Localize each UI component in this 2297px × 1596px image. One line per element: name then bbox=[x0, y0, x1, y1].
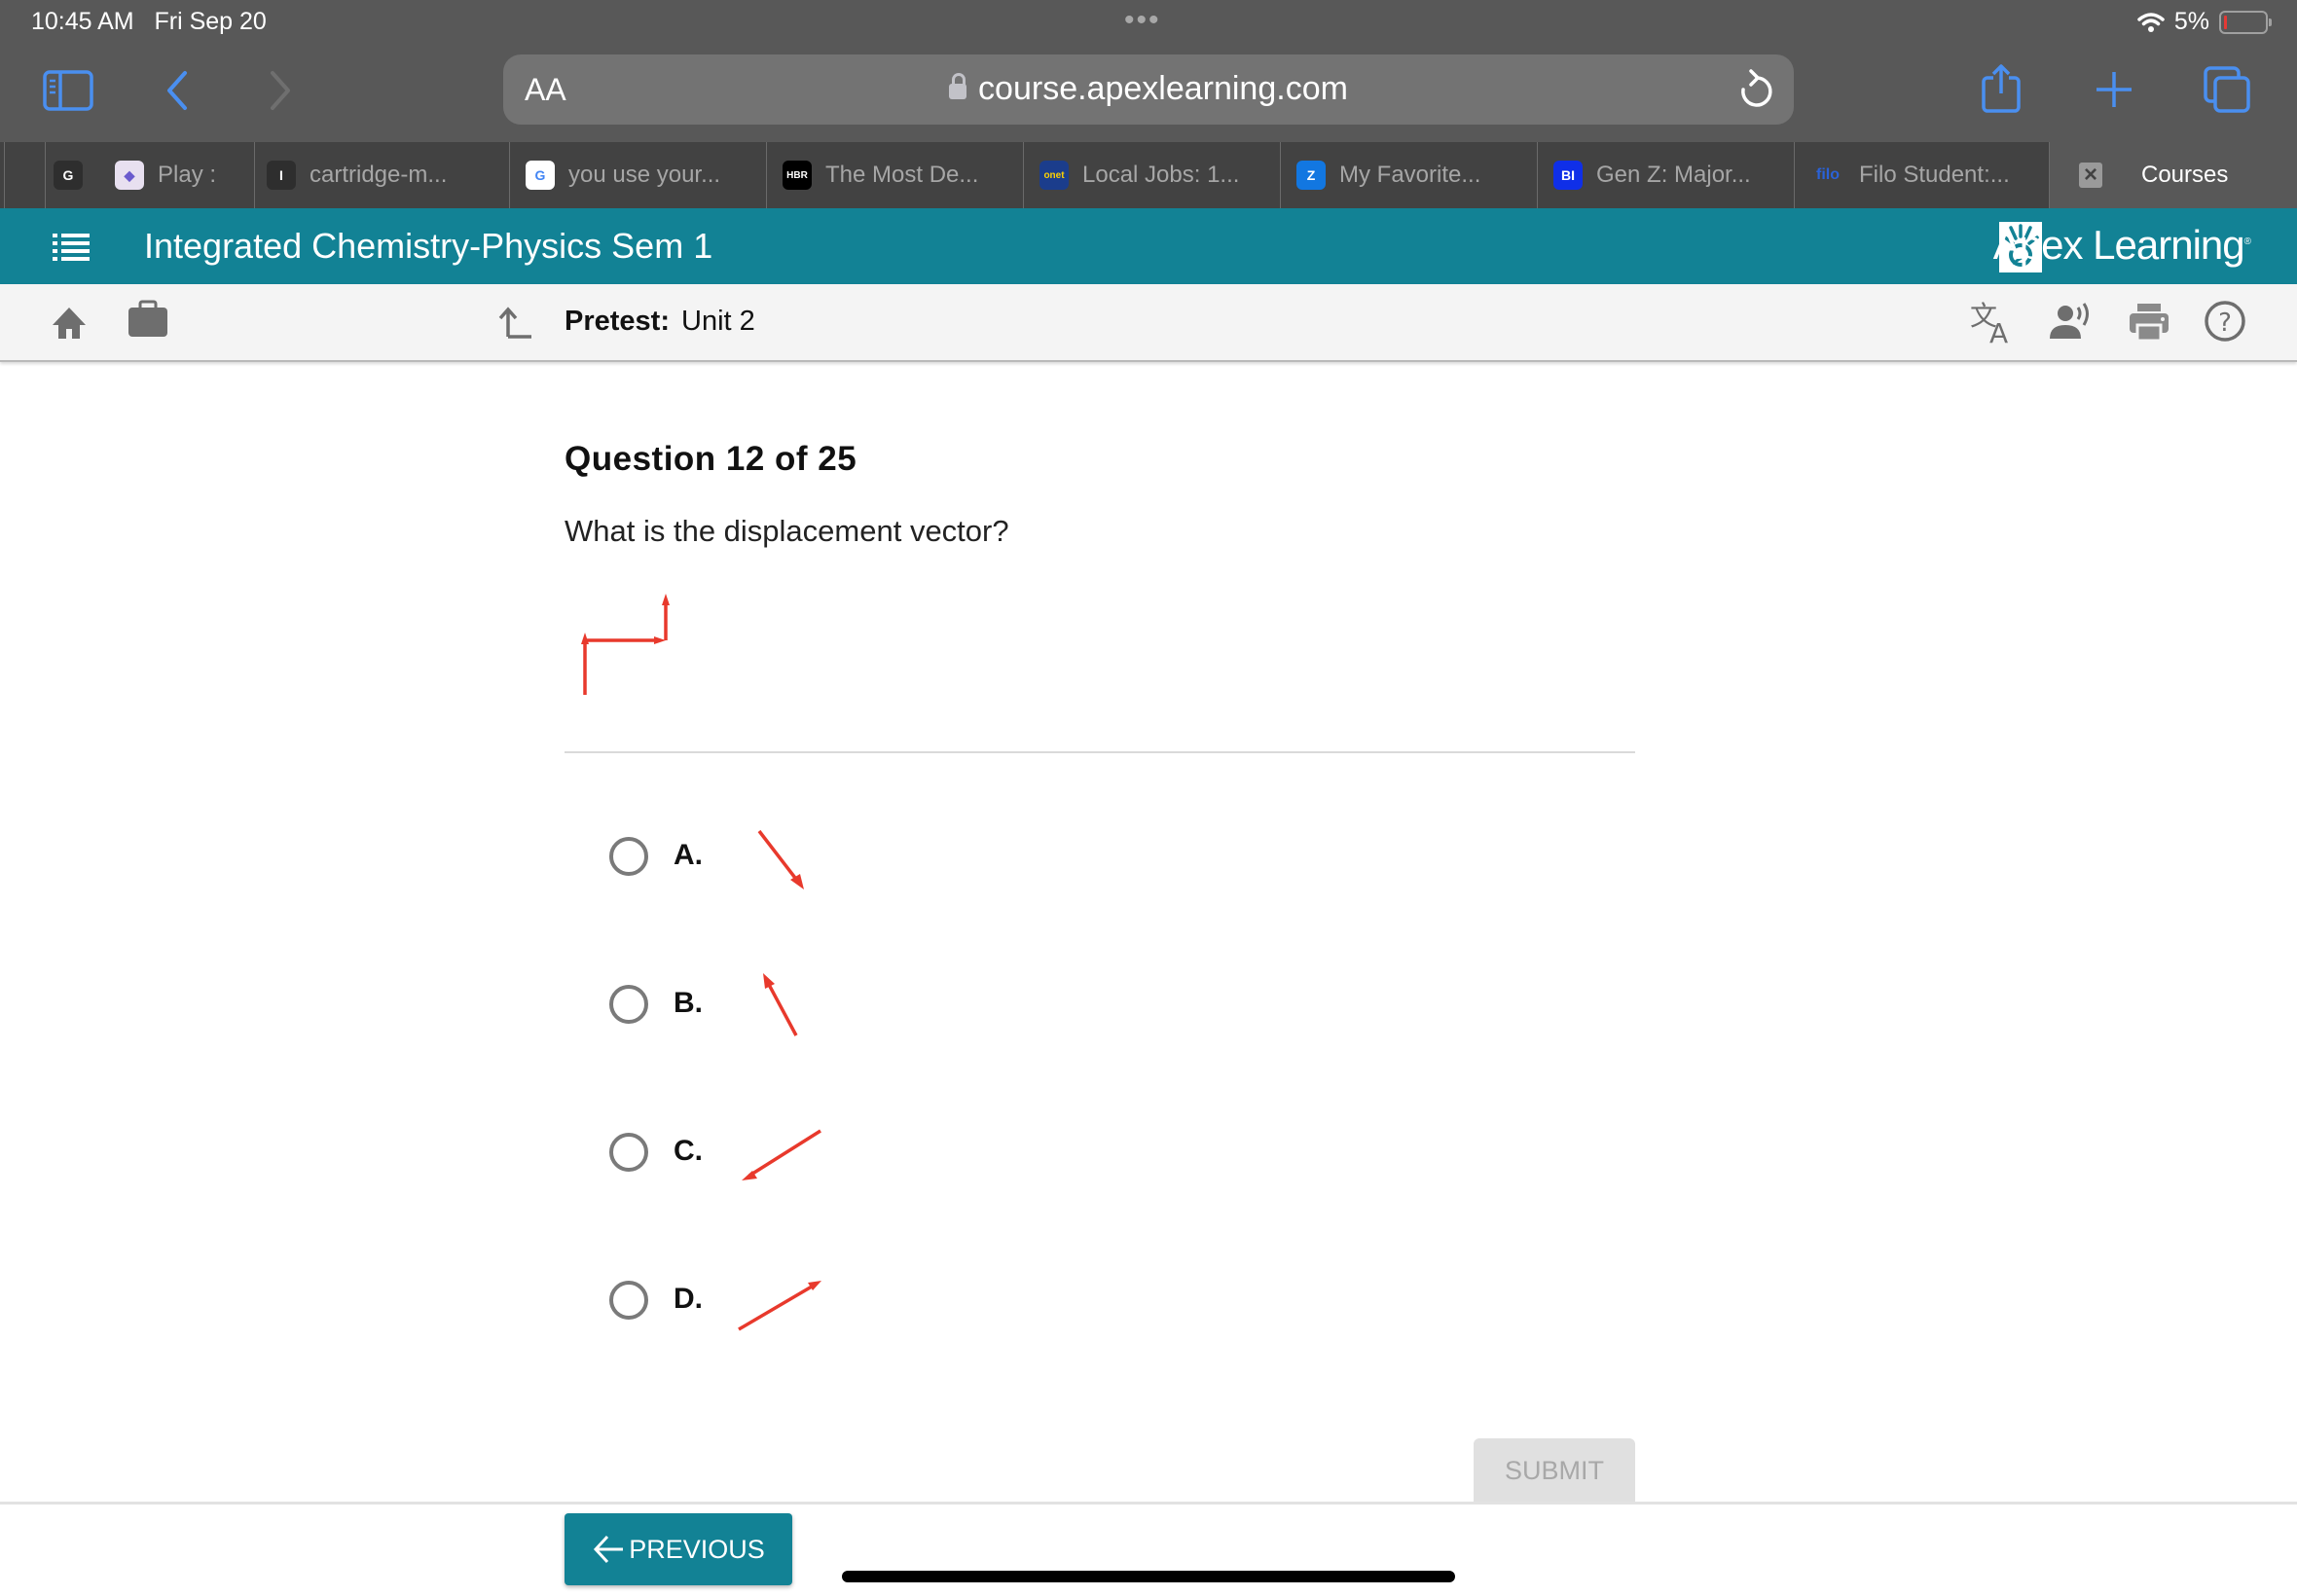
home-indicator[interactable] bbox=[842, 1571, 1455, 1582]
question-prompt: What is the displacement vector? bbox=[565, 514, 1009, 548]
status-time: 10:45 AM Fri Sep 20 bbox=[31, 8, 267, 35]
option-c-vector-down-left bbox=[742, 1129, 821, 1180]
tab-courses[interactable]: × Courses bbox=[2049, 142, 2297, 208]
share-icon[interactable] bbox=[1980, 62, 2023, 115]
browser-chrome: 10:45 AM Fri Sep 20 ••• 5% AA course.ape… bbox=[0, 0, 2297, 142]
tab-local-jobs[interactable]: onet Local Jobs: 1... bbox=[1023, 142, 1280, 208]
lock-icon bbox=[949, 73, 967, 99]
tab-label: Gen Z: Major... bbox=[1596, 162, 1751, 188]
tab-label: Filo Student:... bbox=[1859, 162, 2010, 188]
option-b[interactable]: B. bbox=[609, 965, 901, 1043]
tab-label: Local Jobs: 1... bbox=[1082, 162, 1240, 188]
tab-favicon-icon[interactable]: × bbox=[2079, 162, 2102, 188]
reload-icon[interactable] bbox=[1735, 68, 1774, 111]
tab-favicon-icon: filo bbox=[1816, 166, 1840, 183]
tab-label: you use your... bbox=[568, 162, 721, 188]
tab-label: cartridge-m... bbox=[310, 162, 448, 188]
option-d[interactable]: D. bbox=[609, 1261, 901, 1339]
tab-label: The Most De... bbox=[825, 162, 979, 188]
sub-navigation: Pretest: Unit 2 文 A ? bbox=[0, 284, 2297, 362]
tab-my-favorite[interactable]: Z My Favorite... bbox=[1280, 142, 1537, 208]
tab-hbr[interactable]: HBR The Most De... bbox=[766, 142, 1023, 208]
tab-bar: G ◆ Play : Icartridge-m... Gyou use your.… bbox=[0, 142, 2297, 208]
option-a-vector-down-right bbox=[757, 829, 804, 889]
help-icon[interactable]: ? bbox=[2204, 300, 2246, 343]
tab-google-search[interactable]: Gyou use your... bbox=[509, 142, 766, 208]
home-icon[interactable] bbox=[51, 306, 88, 341]
question-title: Question 12 of 25 bbox=[565, 440, 857, 478]
breadcrumb: Pretest: Unit 2 bbox=[565, 306, 755, 338]
submit-button[interactable]: SUBMIT bbox=[1474, 1438, 1635, 1503]
question-divider bbox=[565, 751, 1635, 753]
tab-favicon-icon: HBR bbox=[783, 161, 812, 190]
option-b-vector-up-left bbox=[763, 973, 798, 1036]
tab-favicon-icon: G bbox=[54, 161, 83, 190]
option-d-vector-up-right bbox=[738, 1281, 821, 1331]
wifi-icon bbox=[2137, 12, 2165, 32]
url-field[interactable]: course.apexlearning.com bbox=[503, 70, 1794, 108]
tab-play[interactable]: ◆ Play : bbox=[115, 142, 254, 208]
tab-blank[interactable] bbox=[4, 142, 45, 208]
option-a[interactable]: A. bbox=[609, 817, 901, 895]
tab-favicon-icon: G bbox=[526, 161, 555, 190]
tab-favicon-icon: BI bbox=[1553, 161, 1583, 190]
vector-1-head bbox=[581, 633, 589, 644]
svg-text:A: A bbox=[1989, 317, 2008, 345]
tab-favicon-icon: Z bbox=[1296, 161, 1326, 190]
tab-favicon-icon: I bbox=[267, 161, 296, 190]
tab-label: My Favorite... bbox=[1339, 162, 1481, 188]
previous-label: PREVIOUS bbox=[629, 1534, 765, 1564]
battery-percent: 5% bbox=[2173, 8, 2209, 35]
app-header: Integrated Chemistry-Physics Sem 1 Apex … bbox=[0, 208, 2297, 284]
pretest-label: Pretest: bbox=[565, 306, 670, 337]
address-bar[interactable]: AA course.apexlearning.com bbox=[503, 54, 1794, 125]
translate-icon[interactable]: 文 A bbox=[1970, 300, 2015, 345]
vector-3-head bbox=[662, 594, 670, 605]
tabs-icon[interactable] bbox=[2204, 66, 2252, 115]
new-tab-icon[interactable] bbox=[2095, 70, 2133, 109]
tab-label: Play : bbox=[158, 162, 217, 188]
apex-logo-text: Apex Learning® bbox=[1992, 222, 2251, 268]
back-icon[interactable] bbox=[164, 70, 191, 111]
course-title[interactable]: Integrated Chemistry-Physics Sem 1 bbox=[144, 226, 712, 267]
briefcase-icon[interactable] bbox=[127, 300, 169, 339]
footer-divider bbox=[0, 1502, 2297, 1505]
tab-favicon-icon: ◆ bbox=[115, 161, 144, 190]
arrow-left-icon bbox=[594, 1535, 624, 1564]
option-c[interactable]: C. bbox=[609, 1113, 901, 1191]
svg-text:?: ? bbox=[2218, 308, 2232, 338]
up-level-icon[interactable] bbox=[498, 306, 533, 341]
tab-google-docs[interactable]: G bbox=[45, 142, 115, 208]
tab-favicon-icon: onet bbox=[1039, 161, 1069, 190]
battery-icon bbox=[2219, 10, 2272, 34]
read-aloud-icon[interactable] bbox=[2048, 302, 2095, 341]
tab-label: Courses bbox=[2141, 162, 2229, 188]
tab-gen-z[interactable]: BI Gen Z: Major... bbox=[1537, 142, 1794, 208]
question-figure-vectors bbox=[581, 594, 670, 695]
previous-button[interactable]: PREVIOUS bbox=[565, 1513, 792, 1585]
sidebar-icon[interactable] bbox=[43, 70, 93, 111]
tab-filo[interactable]: filo Filo Student:... bbox=[1794, 142, 2049, 208]
menu-icon[interactable] bbox=[53, 234, 90, 261]
tab-cartridge[interactable]: Icartridge-m... bbox=[254, 142, 509, 208]
forward-icon[interactable] bbox=[267, 70, 294, 111]
status-right: 5% bbox=[2137, 8, 2272, 36]
print-icon[interactable] bbox=[2128, 302, 2170, 343]
vector-2-head bbox=[654, 636, 666, 644]
multitasking-dots[interactable]: ••• bbox=[1124, 4, 1161, 37]
unit-label: Unit 2 bbox=[681, 306, 755, 337]
